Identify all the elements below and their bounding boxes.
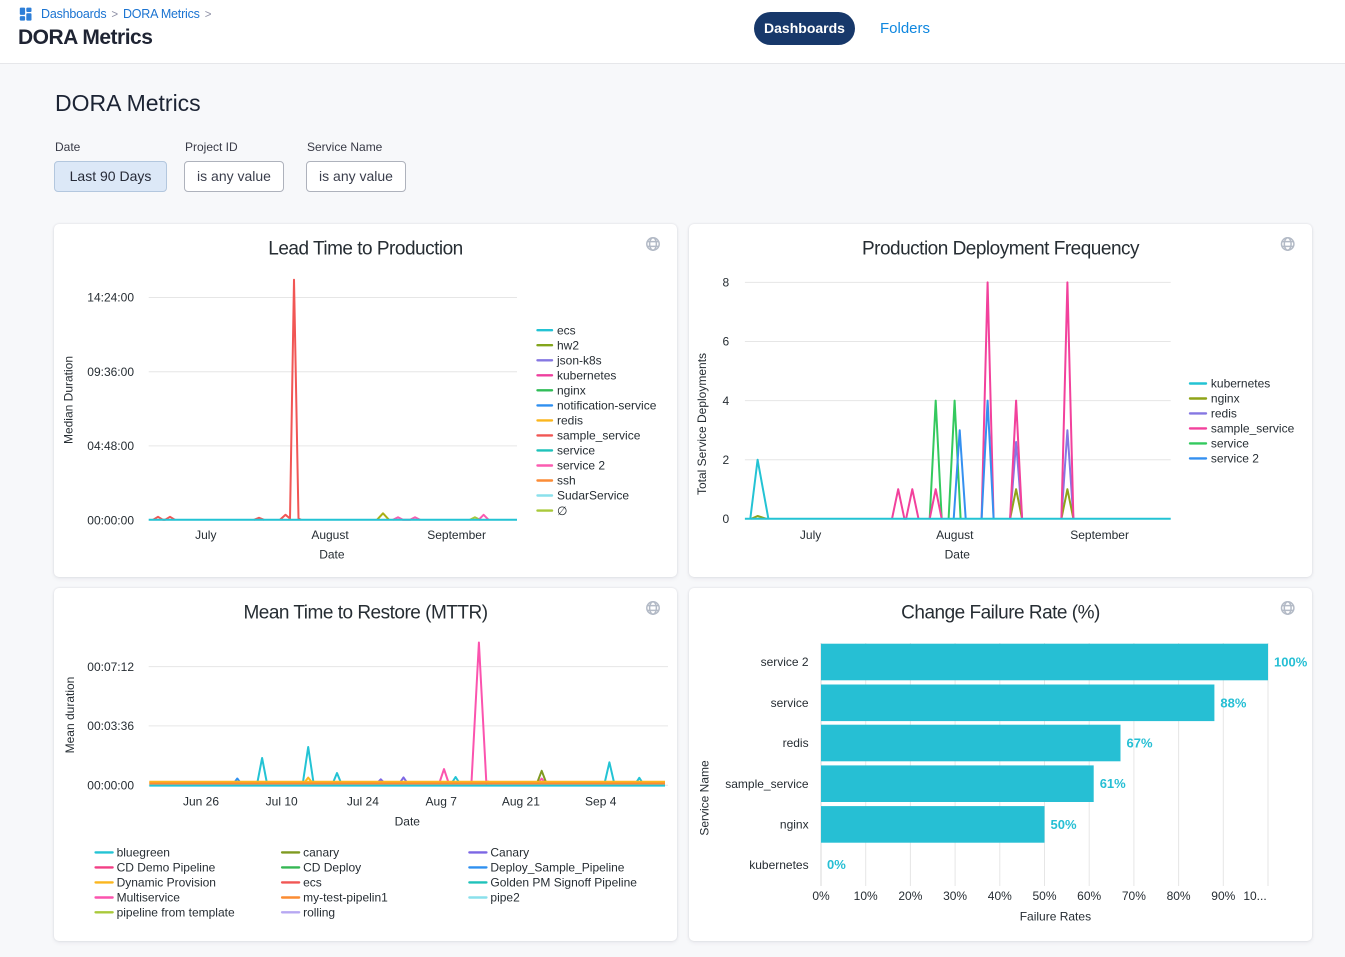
svg-text:09:36:00: 09:36:00	[87, 365, 134, 379]
svg-text:pipe2: pipe2	[490, 891, 520, 905]
svg-text:00:07:12: 00:07:12	[87, 660, 134, 674]
svg-text:Median Duration: Median Duration	[62, 356, 76, 444]
svg-text:0: 0	[723, 512, 730, 526]
svg-text:CD Deploy: CD Deploy	[303, 861, 361, 875]
svg-text:CD Demo Pipeline: CD Demo Pipeline	[117, 861, 216, 875]
svg-text:14:24:00: 14:24:00	[87, 291, 134, 305]
svg-text:json-k8s: json-k8s	[556, 354, 602, 368]
svg-text:ssh: ssh	[557, 474, 576, 488]
svg-text:pipeline from template: pipeline from template	[117, 906, 235, 920]
svg-text:sample_service: sample_service	[1211, 422, 1295, 436]
svg-text:Mean duration: Mean duration	[63, 677, 77, 754]
svg-text:0%: 0%	[827, 857, 846, 872]
svg-text:Service Name: Service Name	[698, 760, 712, 836]
svg-text:redis: redis	[1211, 407, 1237, 421]
svg-text:ecs: ecs	[557, 323, 576, 337]
svg-text:Production Deployment Frequenc: Production Deployment Frequency	[862, 239, 1140, 260]
svg-text:60%: 60%	[1077, 889, 1101, 903]
svg-text:August: August	[311, 528, 349, 542]
svg-text:88%: 88%	[1220, 695, 1246, 710]
svg-text:September: September	[1070, 528, 1129, 542]
svg-text:90%: 90%	[1211, 889, 1235, 903]
svg-text:80%: 80%	[1167, 889, 1191, 903]
svg-text:notification-service: notification-service	[557, 399, 657, 413]
svg-text:kubernetes: kubernetes	[749, 858, 808, 872]
svg-text:rolling: rolling	[303, 906, 335, 920]
svg-text:30%: 30%	[943, 889, 967, 903]
svg-text:sample_service: sample_service	[557, 429, 641, 443]
svg-text:service: service	[771, 696, 809, 710]
svg-text:50%: 50%	[1051, 817, 1077, 832]
svg-text:8: 8	[723, 276, 730, 290]
svg-text:2: 2	[723, 453, 730, 467]
svg-text:sample_service: sample_service	[725, 777, 809, 791]
svg-text:Sep 4: Sep 4	[585, 794, 617, 808]
svg-text:20%: 20%	[898, 889, 922, 903]
svg-text:Change Failure Rate (%): Change Failure Rate (%)	[901, 603, 1100, 624]
svg-text:SudarService: SudarService	[557, 489, 629, 503]
svg-text:kubernetes: kubernetes	[557, 369, 616, 383]
svg-text:July: July	[195, 528, 216, 542]
svg-text:∅: ∅	[557, 504, 567, 518]
svg-text:my-test-pipelin1: my-test-pipelin1	[303, 891, 388, 905]
svg-text:redis: redis	[557, 414, 583, 428]
svg-text:Date: Date	[945, 548, 971, 562]
svg-text:nginx: nginx	[1211, 392, 1240, 406]
svg-text:70%: 70%	[1122, 889, 1146, 903]
svg-text:July: July	[800, 528, 821, 542]
svg-text:00:03:36: 00:03:36	[87, 719, 134, 733]
svg-text:Date: Date	[395, 815, 421, 829]
svg-text:10...: 10...	[1243, 889, 1266, 903]
svg-text:bluegreen: bluegreen	[117, 846, 170, 860]
svg-text:Golden PM Signoff Pipeline: Golden PM Signoff Pipeline	[490, 876, 637, 890]
svg-text:hw2: hw2	[557, 338, 579, 352]
svg-text:100%: 100%	[1274, 655, 1308, 670]
svg-text:10%: 10%	[854, 889, 878, 903]
svg-text:00:00:00: 00:00:00	[87, 513, 134, 527]
svg-text:Date: Date	[319, 548, 345, 562]
svg-text:nginx: nginx	[780, 818, 809, 832]
svg-text:61%: 61%	[1100, 776, 1126, 791]
svg-text:67%: 67%	[1127, 736, 1153, 751]
svg-text:4: 4	[723, 394, 730, 408]
svg-text:service: service	[1211, 437, 1249, 451]
svg-text:service: service	[557, 444, 595, 458]
svg-text:service 2: service 2	[1211, 452, 1259, 466]
svg-text:Canary: Canary	[490, 846, 529, 860]
svg-text:September: September	[427, 528, 486, 542]
svg-text:Jul 24: Jul 24	[347, 794, 379, 808]
svg-text:40%: 40%	[988, 889, 1012, 903]
svg-text:canary: canary	[303, 846, 339, 860]
svg-text:6: 6	[723, 335, 730, 349]
svg-text:Multiservice: Multiservice	[117, 891, 181, 905]
svg-text:Failure Rates: Failure Rates	[1020, 909, 1091, 923]
svg-text:service 2: service 2	[557, 459, 605, 473]
svg-text:service 2: service 2	[761, 655, 809, 669]
svg-text:00:00:00: 00:00:00	[87, 778, 134, 792]
svg-text:redis: redis	[783, 736, 809, 750]
svg-text:Deploy_Sample_Pipeline: Deploy_Sample_Pipeline	[490, 861, 624, 875]
svg-text:Lead Time to Production: Lead Time to Production	[268, 239, 462, 260]
svg-text:Mean Time to Restore (MTTR): Mean Time to Restore (MTTR)	[243, 603, 487, 624]
svg-text:Aug 7: Aug 7	[426, 794, 458, 808]
svg-text:August: August	[936, 528, 974, 542]
svg-text:Aug 21: Aug 21	[502, 794, 540, 808]
svg-text:0%: 0%	[812, 889, 830, 903]
svg-text:Total Service Deployments: Total Service Deployments	[695, 353, 709, 495]
svg-text:50%: 50%	[1032, 889, 1056, 903]
svg-text:Jun 26: Jun 26	[183, 794, 219, 808]
svg-text:Dynamic Provision: Dynamic Provision	[117, 876, 216, 890]
svg-text:nginx: nginx	[557, 384, 586, 398]
svg-text:Jul 10: Jul 10	[266, 794, 298, 808]
svg-text:04:48:00: 04:48:00	[87, 439, 134, 453]
svg-text:kubernetes: kubernetes	[1211, 377, 1270, 391]
svg-text:ecs: ecs	[303, 876, 322, 890]
